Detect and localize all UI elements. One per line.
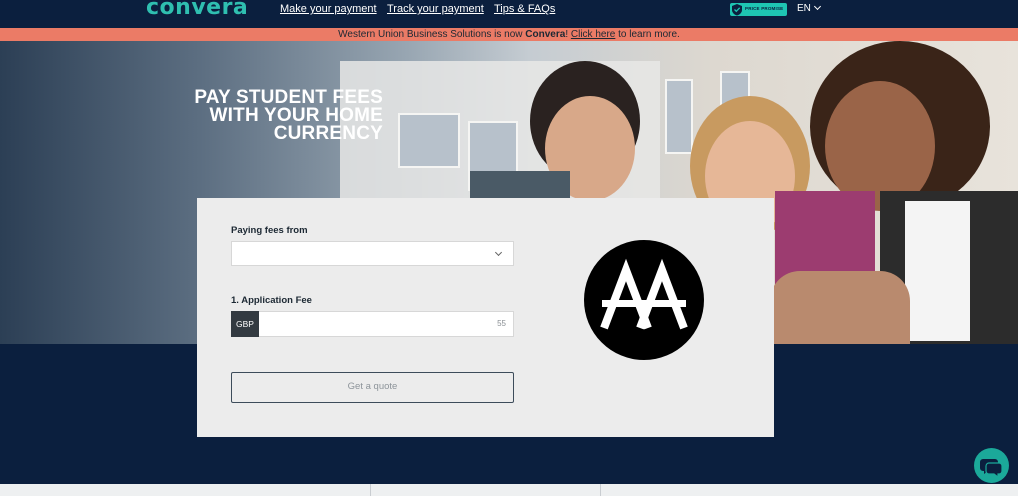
- footer-separator: [600, 484, 601, 496]
- hero-title: PAY STUDENT FEES WITH YOUR HOME CURRENCY: [194, 87, 383, 144]
- paying-from-select[interactable]: [231, 241, 514, 266]
- hero-person-arms: [770, 271, 910, 344]
- application-fee-label: 1. Application Fee: [231, 295, 312, 306]
- nav-tips-faqs[interactable]: Tips & FAQs: [494, 3, 555, 15]
- chat-button[interactable]: [974, 448, 1009, 483]
- hero-person-shirt: [905, 201, 970, 341]
- nav-track-payment[interactable]: Track your payment: [387, 3, 484, 15]
- banner-prefix: Western Union Business Solutions is now: [338, 29, 526, 40]
- university-logo: [584, 240, 704, 360]
- banner-brand: Convera: [525, 29, 566, 40]
- paying-from-label: Paying fees from: [231, 225, 308, 236]
- price-promise-text: PRICE PROMISE: [745, 6, 784, 11]
- language-selector[interactable]: EN: [797, 2, 821, 14]
- payment-form-card: Paying fees from 1. Application Fee GBP …: [197, 198, 774, 437]
- banner-suffix: to learn more.: [615, 29, 680, 40]
- language-label: EN: [797, 3, 811, 14]
- footer-strip: [0, 484, 1018, 496]
- currency-code: GBP: [231, 311, 259, 337]
- top-navbar: convera Make your payment Track your pay…: [0, 0, 1018, 28]
- banner-click-here-link[interactable]: Click here: [571, 29, 615, 40]
- nav-make-payment[interactable]: Make your payment: [280, 3, 377, 15]
- chevron-down-icon: [813, 2, 821, 11]
- amount-field[interactable]: 55: [259, 311, 514, 337]
- get-quote-button[interactable]: Get a quote: [231, 372, 514, 403]
- footer-separator: [370, 484, 371, 496]
- convera-logo[interactable]: convera: [146, 0, 248, 20]
- chevron-down-icon: [494, 248, 503, 257]
- hero-window: [665, 79, 693, 154]
- chat-bubbles-icon: [980, 459, 1003, 479]
- price-promise-badge[interactable]: PRICE PROMISE: [730, 3, 787, 16]
- hero-window: [398, 113, 460, 168]
- shield-check-icon: [732, 4, 742, 16]
- announcement-banner: Western Union Business Solutions is now …: [0, 28, 1018, 41]
